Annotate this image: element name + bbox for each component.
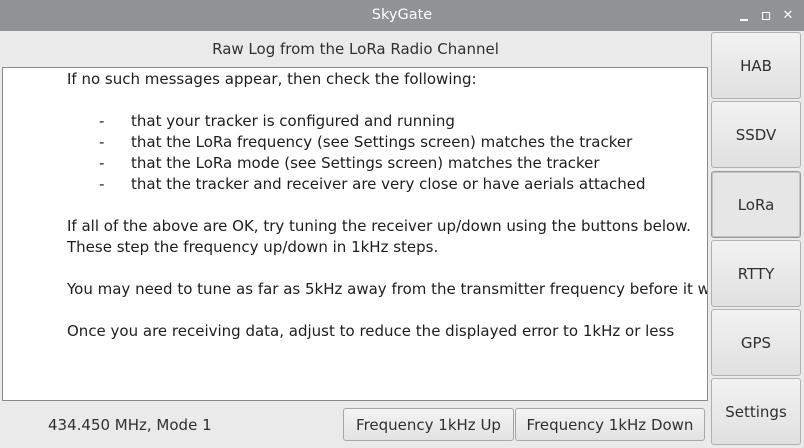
minimize-icon — [740, 18, 748, 21]
title-bar: SkyGate ✕ — [0, 0, 804, 31]
log-tuning-line-2: These step the frequency up/down in 1kHz… — [67, 238, 439, 256]
tab-rtty[interactable]: RTTY — [711, 240, 801, 307]
checklist-item-text: that the LoRa mode (see Settings screen)… — [131, 154, 600, 172]
checklist-item: - that your tracker is configured and ru… — [67, 111, 703, 132]
tab-settings[interactable]: Settings — [711, 378, 801, 445]
maximize-button[interactable] — [756, 6, 776, 26]
frequency-up-button[interactable]: Frequency 1kHz Up — [343, 408, 514, 441]
log-tuning-line-1: If all of the above are OK, try tuning t… — [67, 217, 691, 235]
close-button[interactable]: ✕ — [778, 6, 798, 26]
log-intro-line: If no such messages appear, then check t… — [67, 70, 477, 88]
bullet-marker: - — [99, 175, 105, 193]
log-error-line: Once you are receiving data, adjust to r… — [67, 322, 675, 340]
minimize-button[interactable] — [734, 6, 754, 26]
bullet-marker: - — [99, 112, 105, 130]
log-header-title: Raw Log from the LoRa Radio Channel — [212, 40, 499, 58]
log-range-line: You may need to tune as far as 5kHz away… — [67, 280, 708, 298]
checklist-item: - that the tracker and receiver are very… — [67, 174, 703, 195]
window-title: SkyGate — [371, 7, 433, 23]
frequency-mode-status: 434.450 MHz, Mode 1 — [48, 416, 212, 434]
window-controls: ✕ — [734, 0, 798, 31]
maximize-icon — [762, 11, 770, 20]
raw-log-panel[interactable]: If no such messages appear, then check t… — [2, 67, 708, 401]
tab-lora[interactable]: LoRa — [711, 171, 801, 238]
checklist-item: - that the LoRa mode (see Settings scree… — [67, 153, 703, 174]
bullet-marker: - — [99, 133, 105, 151]
checklist-item-text: that the LoRa frequency (see Settings sc… — [131, 133, 633, 151]
close-icon: ✕ — [782, 8, 794, 23]
tab-gps[interactable]: GPS — [711, 309, 801, 376]
log-text: If no such messages appear, then check t… — [67, 69, 708, 342]
frequency-down-button[interactable]: Frequency 1kHz Down — [515, 408, 705, 441]
tab-hab[interactable]: HAB — [711, 32, 801, 99]
bullet-marker: - — [99, 154, 105, 172]
checklist-item-text: that the tracker and receiver are very c… — [131, 175, 646, 193]
tab-ssdv[interactable]: SSDV — [711, 101, 801, 168]
checklist-item: - that the LoRa frequency (see Settings … — [67, 132, 703, 153]
checklist-item-text: that your tracker is configured and runn… — [131, 112, 455, 130]
